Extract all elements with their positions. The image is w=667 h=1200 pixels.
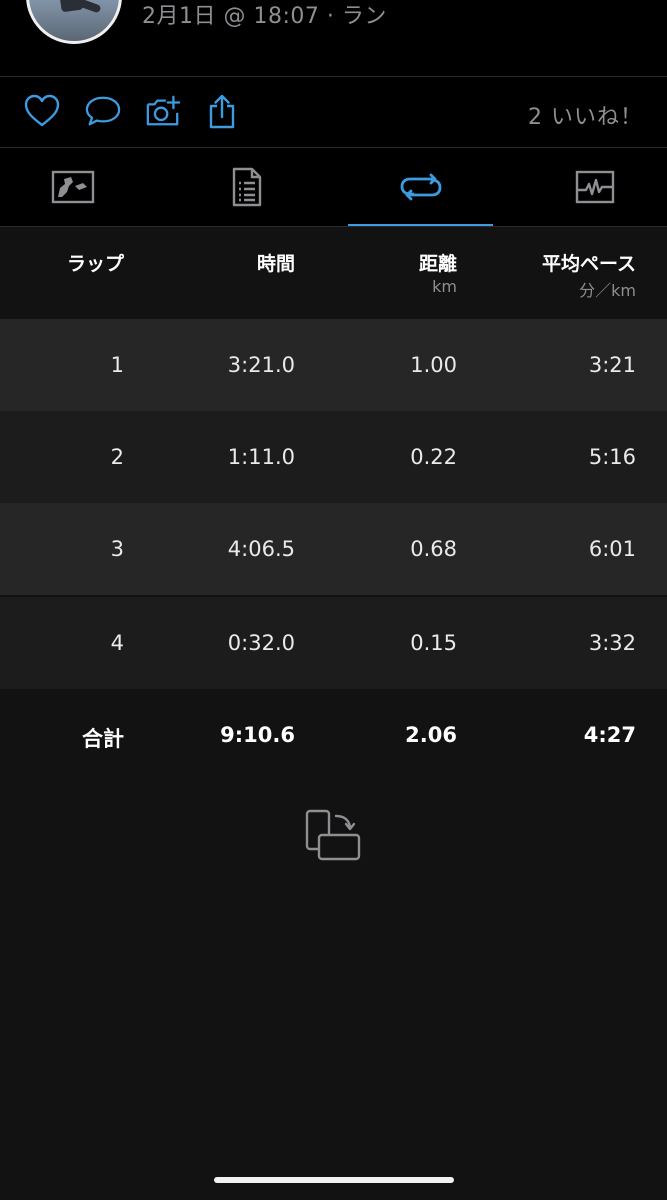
laps-loop-icon (400, 173, 441, 201)
avatar[interactable] (26, 0, 122, 44)
lap-time: 1:11.0 (227, 445, 295, 469)
rotate-device-button[interactable] (304, 808, 364, 864)
column-header-lap: ラップ (66, 253, 124, 275)
column-header-time: 時間 (256, 253, 295, 275)
lap-pace: 3:32 (588, 631, 636, 655)
column-unit-distance: km (432, 277, 457, 296)
column-header-distance: 距離 (418, 253, 457, 275)
action-bar: 2 いいね！ (0, 77, 667, 147)
tab-stats[interactable] (174, 148, 319, 226)
likes-count[interactable]: 2 いいね！ (528, 99, 643, 131)
lap-distance: 0.68 (410, 537, 457, 561)
tab-map[interactable] (0, 148, 145, 226)
lap-pace: 3:21 (588, 353, 636, 377)
lap-number: 2 (110, 445, 124, 469)
tab-laps[interactable] (348, 148, 493, 226)
map-icon (51, 170, 94, 204)
add-photo-button[interactable] (145, 93, 181, 129)
tab-charts[interactable] (522, 148, 667, 226)
comment-icon (85, 96, 121, 126)
lap-number: 4 (110, 631, 124, 655)
camera-add-icon (146, 95, 181, 126)
share-button[interactable] (204, 93, 240, 129)
lap-distance: 0.15 (410, 631, 457, 655)
lap-number: 3 (110, 537, 124, 561)
share-icon (209, 94, 235, 129)
home-indicator[interactable] (214, 1177, 454, 1183)
activity-header: 2月1日 @ 18:07 · ラン (0, 0, 667, 76)
table-row[interactable]: 3 4:06.5 0.68 6:01 (0, 503, 667, 595)
column-header-pace: 平均ペース (541, 253, 636, 275)
table-total-row: 合計 9:10.6 2.06 4:27 (0, 689, 667, 781)
chart-pulse-icon (575, 170, 614, 204)
lap-number: 1 (110, 353, 124, 377)
tab-bar (0, 148, 667, 226)
rotate-device-icon (305, 809, 361, 861)
like-button[interactable] (24, 93, 60, 129)
column-unit-pace: 分／km (579, 281, 636, 300)
table-row[interactable]: 4 0:32.0 0.15 3:32 (0, 597, 667, 689)
lap-distance: 0.22 (410, 445, 457, 469)
total-distance: 2.06 (405, 723, 457, 747)
stats-document-icon (232, 167, 261, 207)
heart-icon (24, 94, 60, 127)
table-row[interactable]: 1 3:21.0 1.00 3:21 (0, 319, 667, 411)
lap-time: 0:32.0 (227, 631, 295, 655)
total-pace: 4:27 (583, 723, 636, 747)
lap-pace: 5:16 (588, 445, 636, 469)
lap-time: 4:06.5 (227, 537, 295, 561)
total-label: 合計 (82, 727, 124, 751)
total-time: 9:10.6 (220, 723, 295, 747)
lap-pace: 6:01 (588, 537, 636, 561)
lap-time: 3:21.0 (227, 353, 295, 377)
lap-distance: 1.00 (410, 353, 457, 377)
table-row[interactable]: 2 1:11.0 0.22 5:16 (0, 411, 667, 503)
comment-button[interactable] (85, 93, 121, 129)
laps-table-header: ラップ 時間 距離 km 平均ペース 分／km (0, 227, 667, 319)
activity-meta: 2月1日 @ 18:07 · ラン (142, 4, 387, 29)
